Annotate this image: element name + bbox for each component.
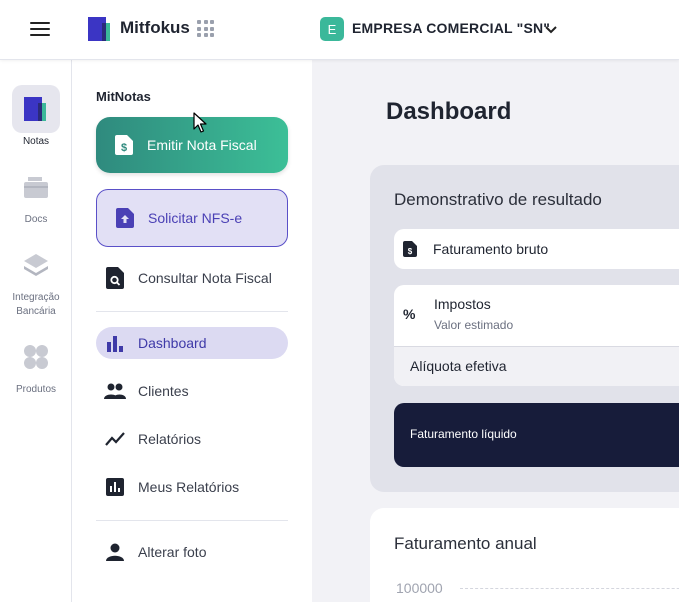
bar-chart-icon (107, 336, 123, 352)
company-avatar[interactable]: E (320, 17, 344, 41)
y-axis-tick-label: 100000 (396, 580, 443, 596)
consult-invoice-link[interactable]: Consultar Nota Fiscal (96, 262, 288, 294)
hamburger-menu-icon[interactable] (30, 21, 50, 37)
rail-label: Produtos (15, 384, 57, 395)
mouse-cursor-icon (193, 112, 207, 133)
side-menu: MitNotas $ Emitir Nota Fiscal Solicitar … (72, 60, 312, 602)
annual-revenue-card: Faturamento anual 100000 (370, 508, 679, 602)
chevron-down-icon[interactable] (543, 21, 559, 37)
brand-logo-icon (88, 17, 110, 41)
menu-divider (96, 520, 288, 521)
top-bar: Mitfokus E EMPRESA COMERCIAL "SN" (0, 0, 679, 60)
layers-icon (24, 254, 48, 276)
gross-revenue-label: Faturamento bruto (433, 241, 549, 257)
notas-icon (24, 97, 46, 121)
net-revenue-row[interactable]: Faturamento líquido (394, 403, 679, 467)
company-name[interactable]: EMPRESA COMERCIAL "SN" (352, 20, 550, 36)
svg-text:$: $ (408, 247, 413, 256)
consult-invoice-label: Consultar Nota Fiscal (138, 270, 272, 286)
emit-invoice-label: Emitir Nota Fiscal (147, 137, 257, 153)
rail-label: Integração Bancária (12, 292, 60, 317)
people-icon (104, 383, 126, 399)
request-nfse-button[interactable]: Solicitar NFS-e (96, 189, 288, 247)
taxes-sublabel: Valor estimado (434, 318, 514, 332)
invoice-dollar-icon: $ (115, 135, 133, 155)
menu-title: MitNotas (96, 89, 151, 104)
effective-rate-label: Alíquota efetiva (410, 358, 507, 374)
docs-icon (24, 177, 48, 198)
menu-item-label: Relatórios (138, 431, 202, 447)
change-photo-link[interactable]: Alterar foto (96, 536, 288, 568)
rail-item-docs[interactable]: Docs (0, 163, 72, 227)
gross-revenue-row[interactable]: $ Faturamento bruto (394, 229, 679, 269)
rail-label: Notas (22, 136, 50, 147)
change-photo-label: Alterar foto (138, 544, 207, 560)
menu-item-label: Clientes (138, 383, 189, 399)
menu-item-label: Meus Relatórios (138, 479, 240, 495)
rail-item-notas[interactable]: Notas (0, 85, 72, 149)
search-document-icon (106, 267, 124, 289)
svg-text:$: $ (121, 142, 127, 154)
products-icon (24, 345, 48, 369)
menu-item-relatorios[interactable]: Relatórios (96, 423, 288, 455)
menu-item-label: Dashboard (138, 335, 207, 351)
rail-item-integracao[interactable]: Integração Bancária (0, 241, 72, 319)
request-nfse-label: Solicitar NFS-e (148, 210, 243, 226)
emit-invoice-button[interactable]: $ Emitir Nota Fiscal (96, 117, 288, 173)
invoice-dollar-icon: $ (403, 241, 417, 257)
app-rail: Notas Docs Integração Bancária Produtos (0, 60, 72, 602)
annual-revenue-title: Faturamento anual (394, 534, 537, 553)
menu-divider (96, 311, 288, 312)
trend-icon (105, 432, 125, 446)
percent-icon: % (403, 306, 416, 322)
main-content: Dashboard Demonstrativo de resultado $ F… (312, 60, 679, 602)
page-title: Dashboard (386, 98, 512, 125)
income-statement-title: Demonstrativo de resultado (394, 190, 602, 209)
taxes-label: Impostos (434, 296, 491, 312)
income-statement-card: Demonstrativo de resultado $ Faturamento… (370, 165, 679, 492)
apps-grid-icon[interactable] (197, 20, 214, 37)
effective-rate-row: Alíquota efetiva (394, 346, 679, 386)
person-icon (106, 543, 124, 561)
rail-label: Docs (24, 214, 48, 225)
upload-document-icon (116, 208, 134, 228)
menu-item-clientes[interactable]: Clientes (96, 375, 288, 407)
chart-gridline (460, 588, 679, 589)
menu-item-dashboard[interactable]: Dashboard (96, 327, 288, 359)
brand-name: Mitfokus (120, 18, 190, 37)
menu-item-meus-relatorios[interactable]: Meus Relatórios (96, 471, 288, 503)
taxes-row[interactable]: % Impostos Valor estimado Alíquota efeti… (394, 285, 679, 386)
rail-item-produtos[interactable]: Produtos (0, 333, 72, 397)
net-revenue-label: Faturamento líquido (410, 427, 517, 441)
report-icon (106, 478, 124, 496)
